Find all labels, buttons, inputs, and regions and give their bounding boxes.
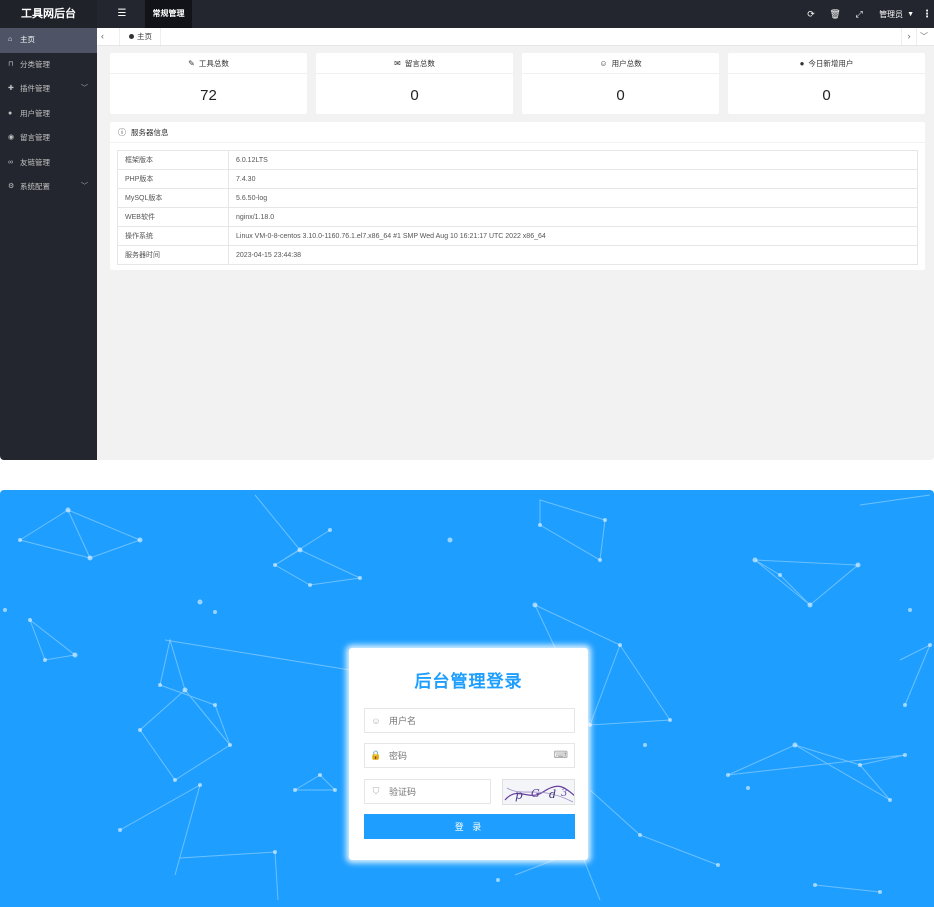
sidebar: ⌂ 主页 ⊓ 分类管理 ✚ 插件管理 ﹀ ● 用户管理 ◉ 留言管理 ∞ 友链管… <box>0 28 97 460</box>
sidebar-item-label: 分类管理 <box>20 59 50 69</box>
lock-icon: 🔒 <box>370 750 382 760</box>
chevron-right-icon[interactable]: › <box>901 28 916 45</box>
stat-label: 工具总数 <box>198 58 229 68</box>
stat-value: 0 <box>410 87 419 104</box>
captcha-field[interactable]: ⛉ <box>364 779 491 804</box>
comments-icon: ◉ <box>8 134 15 141</box>
stat-label: 今日新增用户 <box>808 58 854 68</box>
info-icon: ⓘ <box>118 127 126 137</box>
sidebar-item-label: 友链管理 <box>20 157 50 167</box>
caret-down-icon[interactable]: ▼ <box>907 11 920 18</box>
edit-icon: ✎ <box>188 58 195 68</box>
sidebar-item-label: 留言管理 <box>20 133 50 142</box>
keyboard-icon[interactable]: ⌨ <box>554 750 568 761</box>
header-actions: ⟳ 🗑 ⤢ 管理员 ▼ ⋮ <box>799 0 934 28</box>
sidebar-item-plugins[interactable]: ✚ 插件管理 ﹀ <box>0 77 97 102</box>
page-tabs-bar: ‹ 主页 › ﹀ <box>97 28 934 46</box>
active-dot-icon <box>129 34 134 39</box>
captcha-input[interactable] <box>387 785 486 798</box>
server-info-card: ⓘ 服务器信息 框架版本 6.0.12LTS PHP版本 7.4.30 MySQL版… <box>110 122 925 270</box>
stat-label: 留言总数 <box>404 58 435 68</box>
shield-icon: ⛉ <box>372 786 380 796</box>
puzzle-icon: ✚ <box>8 85 14 92</box>
admin-user-menu[interactable]: 管理员 <box>871 9 907 20</box>
admin-dashboard: 工具网后台 ☰ 常规管理 ⟳ 🗑 ⤢ 管理员 ▼ ⋮ ⌂ 主页 ⊓ 分类管理 ✚… <box>0 0 934 460</box>
sidebar-item-messages[interactable]: ◉ 留言管理 <box>0 126 97 151</box>
sidebar-item-label: 用户管理 <box>20 108 50 118</box>
svg-text:3: 3 <box>561 788 567 799</box>
trash-icon[interactable]: 🗑 <box>823 9 847 20</box>
stat-card-tools: ✎ 工具总数 72 <box>110 53 307 114</box>
chevron-left-icon[interactable]: ‹ <box>101 28 104 45</box>
user-outline-icon: ☺ <box>599 58 608 68</box>
more-vertical-icon[interactable]: ⋮ <box>920 9 934 20</box>
user-solid-icon: ● <box>799 58 805 68</box>
table-row: 框架版本 6.0.12LTS <box>117 150 918 170</box>
password-input[interactable] <box>387 749 531 762</box>
tab-label: 主页 <box>137 32 152 41</box>
chevron-down-icon: ﹀ <box>81 85 88 92</box>
top-tab-general[interactable]: 常规管理 <box>145 0 192 28</box>
home-icon: ⌂ <box>8 36 13 43</box>
svg-text:p: p <box>515 788 523 802</box>
sidebar-item-users[interactable]: ● 用户管理 <box>0 102 97 127</box>
tab-home[interactable]: 主页 <box>119 28 161 45</box>
message-icon: ✉ <box>394 58 401 68</box>
username-field[interactable]: ☺ <box>364 708 575 733</box>
top-header: 工具网后台 ☰ 常规管理 ⟳ 🗑 ⤢ 管理员 ▼ ⋮ <box>0 0 934 28</box>
sidebar-item-settings[interactable]: ⚙ 系统配置 ﹀ <box>0 175 97 200</box>
sidebar-item-categories[interactable]: ⊓ 分类管理 <box>0 53 97 78</box>
svg-text:G: G <box>531 787 540 800</box>
sidebar-item-label: 系统配置 <box>20 182 50 191</box>
table-row: MySQL版本 5.6.50-log <box>117 188 918 208</box>
user-icon: ☺ <box>371 715 381 726</box>
login-title: 后台管理登录 <box>414 672 523 691</box>
table-row: 操作系统 Linux VM-0-8-centos 3.10.0-1160.76.1… <box>117 226 918 246</box>
refresh-icon[interactable]: ⟳ <box>799 9 823 20</box>
bookmark-icon: ⊓ <box>8 60 14 68</box>
login-page: 后台管理登录 ☺ 🔒 ⌨ ⛉ p G d 3 登 录 <box>0 490 934 907</box>
app-logo[interactable]: 工具网后台 <box>0 0 97 28</box>
chevron-down-icon[interactable]: ﹀ <box>916 28 931 45</box>
sidebar-item-home[interactable]: ⌂ 主页 <box>0 28 97 53</box>
fullscreen-icon[interactable]: ⤢ <box>847 9 871 20</box>
user-icon: ● <box>8 109 13 117</box>
sidebar-item-links[interactable]: ∞ 友链管理 <box>0 151 97 176</box>
card-title: 服务器信息 <box>131 127 169 137</box>
link-icon: ∞ <box>8 158 13 166</box>
gears-icon: ⚙ <box>8 183 15 190</box>
chevron-down-icon: ﹀ <box>81 183 88 190</box>
table-row: PHP版本 7.4.30 <box>117 169 918 189</box>
login-button[interactable]: 登 录 <box>364 814 575 839</box>
stat-value: 0 <box>822 87 831 104</box>
stat-card-users: ☺ 用户总数 0 <box>522 53 719 114</box>
username-input[interactable] <box>387 714 531 727</box>
sidebar-item-label: 主页 <box>20 35 35 44</box>
sidebar-item-label: 插件管理 <box>20 84 50 93</box>
login-form: 后台管理登录 ☺ 🔒 ⌨ ⛉ p G d 3 登 录 <box>349 648 588 860</box>
password-field[interactable]: 🔒 ⌨ <box>364 743 575 768</box>
menu-toggle-icon[interactable]: ☰ <box>113 0 131 28</box>
stat-label: 用户总数 <box>611 58 642 68</box>
stat-card-messages: ✉ 留言总数 0 <box>316 53 513 114</box>
table-row: 服务器时间 2023-04-15 23:44:38 <box>117 245 918 265</box>
server-info-table: 框架版本 6.0.12LTS PHP版本 7.4.30 MySQL版本 5.6.50-… <box>117 150 918 265</box>
stat-value: 0 <box>616 87 625 104</box>
captcha-image[interactable]: p G d 3 <box>502 779 575 805</box>
stat-value: 72 <box>200 87 217 104</box>
stat-card-new-users: ● 今日新增用户 0 <box>728 53 925 114</box>
table-row: WEB软件 nginx/1.18.0 <box>117 207 918 227</box>
svg-text:d: d <box>549 788 556 801</box>
